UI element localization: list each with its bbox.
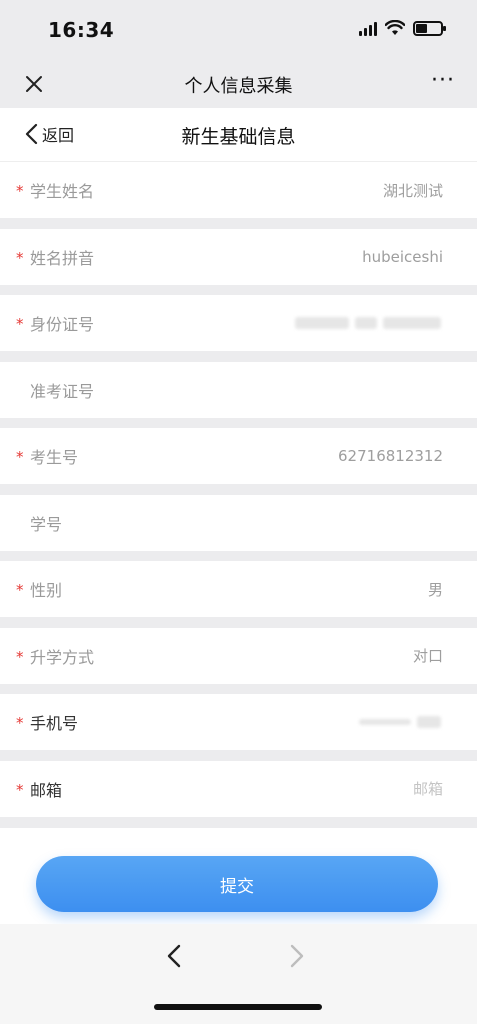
browser-toolbar	[0, 924, 477, 1024]
field-phone[interactable]: * 手机号	[0, 694, 477, 750]
status-time: 16:34	[48, 18, 115, 42]
required-mark: *	[16, 447, 24, 466]
required-mark: *	[16, 780, 24, 799]
redacted-id-value	[295, 317, 441, 329]
required-mark: *	[16, 713, 24, 732]
signal-icon	[359, 20, 377, 36]
browser-back-button[interactable]	[163, 936, 187, 976]
field-label: 升学方式	[30, 647, 95, 667]
field-label: 考生号	[30, 448, 79, 467]
field-label: 身份证号	[30, 315, 95, 334]
submit-button[interactable]: 提交	[36, 856, 438, 912]
field-label: 性别	[30, 581, 63, 600]
field-label: 邮箱	[30, 780, 63, 800]
redacted-phone-value	[359, 716, 441, 728]
submit-area: 提交	[0, 828, 477, 924]
field-admission-method[interactable]: * 升学方式 对口	[0, 627, 477, 684]
field-name-pinyin[interactable]: * 姓名拼音 hubeiceshi	[0, 228, 477, 285]
student-name-value: 湖北测试	[382, 181, 443, 200]
wifi-icon	[385, 20, 405, 35]
field-student-name[interactable]: * 学生姓名 湖北测试	[0, 162, 477, 218]
email-placeholder: 邮箱	[412, 780, 443, 798]
required-mark: *	[16, 647, 24, 666]
chevron-right-icon	[290, 944, 304, 968]
chevron-left-icon	[167, 944, 181, 968]
field-student-id[interactable]: 学号	[0, 494, 477, 551]
page-title: 新生基础信息	[181, 126, 296, 148]
required-mark: *	[16, 181, 24, 200]
field-label: 学生姓名	[30, 182, 95, 201]
student-info-form: * 学生姓名 湖北测试 * 姓名拼音 hubeiceshi * 身份证号 准考证…	[0, 162, 477, 827]
more-button[interactable]: ···	[431, 68, 455, 93]
field-label: 准考证号	[30, 381, 95, 401]
field-id-number[interactable]: * 身份证号	[0, 295, 477, 351]
home-indicator	[154, 1004, 322, 1010]
battery-icon	[413, 20, 446, 36]
name-pinyin-value: hubeiceshi	[362, 247, 443, 266]
field-label: 学号	[30, 514, 63, 534]
field-label: 手机号	[30, 714, 79, 733]
admission-method-value: 对口	[412, 647, 443, 665]
field-gender[interactable]: * 性别 男	[0, 561, 477, 617]
field-email[interactable]: * 邮箱 邮箱	[0, 760, 477, 817]
field-admission-ticket[interactable]: 准考证号	[0, 361, 477, 418]
nav-bar: 个人信息采集 ···	[0, 62, 477, 108]
required-mark: *	[16, 314, 24, 333]
status-bar: 16:34	[0, 0, 477, 62]
required-mark: *	[16, 580, 24, 599]
status-icons	[359, 20, 446, 36]
field-exam-number[interactable]: * 考生号 62716812312	[0, 428, 477, 484]
browser-forward-button[interactable]	[284, 936, 308, 976]
nav-title: 个人信息采集	[184, 76, 293, 97]
field-label: 姓名拼音	[30, 248, 95, 268]
page-header: 返回 新生基础信息	[0, 108, 477, 162]
required-mark: *	[16, 248, 24, 267]
gender-value: 男	[427, 580, 443, 599]
exam-number-value: 62716812312	[338, 447, 443, 465]
